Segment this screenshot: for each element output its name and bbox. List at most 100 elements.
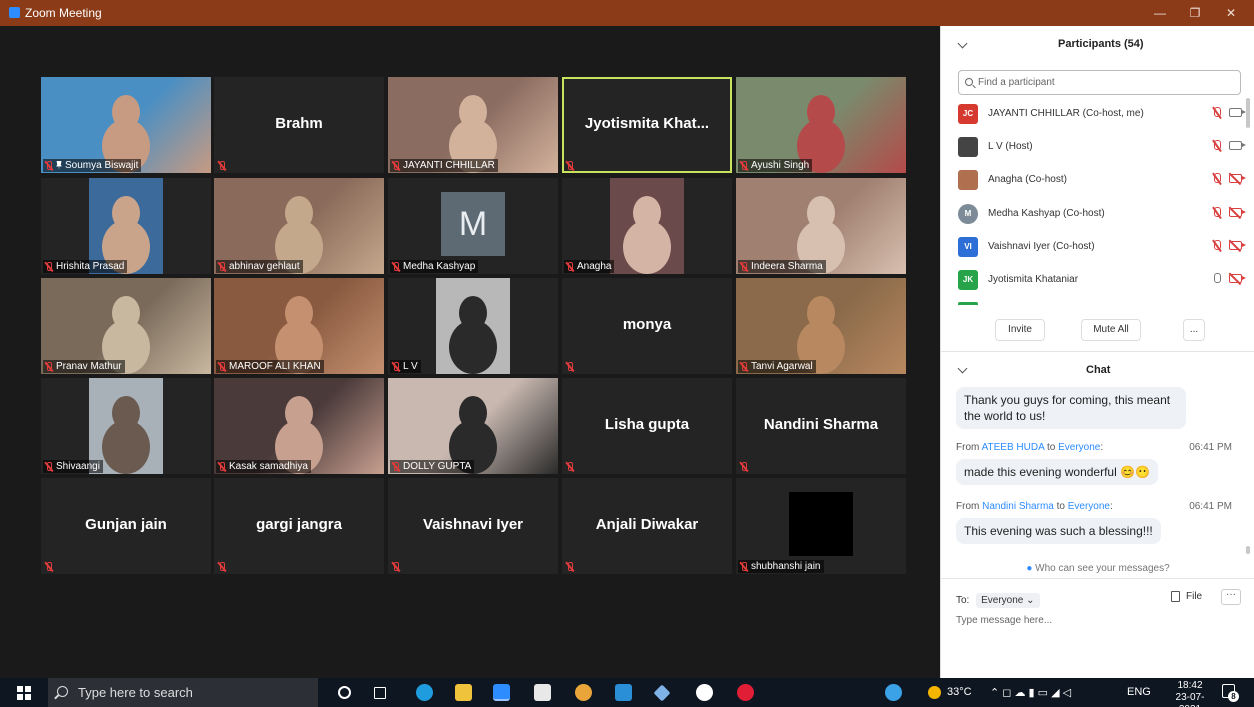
notification-icon[interactable]: 8 <box>1222 684 1239 702</box>
video-feed <box>610 178 684 274</box>
mic-muted-icon <box>44 562 53 572</box>
mic-muted-icon <box>44 261 53 272</box>
collapse-chat-icon[interactable] <box>957 363 968 374</box>
participant-row[interactable]: JK Jyotismita Khataniar <box>958 270 1248 292</box>
participant-name-label: Kasak samadhiya <box>216 460 311 473</box>
video-tile[interactable]: Gunjan jain <box>41 478 211 574</box>
mic-muted-icon <box>217 461 226 472</box>
chat-timestamp: 06:41 PM <box>1189 501 1232 512</box>
participant-name-label: Indeera Sharma <box>738 260 826 273</box>
minimize-button[interactable]: — <box>1145 3 1175 23</box>
video-tile[interactable]: Pranav Mathur <box>41 278 211 374</box>
video-tile[interactable]: shubhanshi jain <box>736 478 906 574</box>
file-explorer-icon[interactable] <box>455 684 472 701</box>
participants-more-button[interactable]: ... <box>1183 319 1205 341</box>
chat-sender[interactable]: Nandini Sharma <box>982 501 1054 512</box>
chat-title: Chat <box>1086 364 1111 376</box>
video-tile[interactable]: Anjali Diwakar <box>562 478 732 574</box>
windows-taskbar: Type here to search 33°C ⌃ ◻ ☁ ▮ ▭ ◢ ◁ E… <box>0 678 1254 707</box>
chrome-icon[interactable] <box>575 684 592 701</box>
video-off-icon <box>1229 174 1246 183</box>
participant-row[interactable]: Anagha (Co-host) <box>958 170 1248 192</box>
video-tile[interactable]: DOLLY GUPTA <box>388 378 558 474</box>
participant-scrollbar[interactable] <box>1246 98 1250 128</box>
chat-message: This evening was such a blessing!!! <box>956 518 1161 544</box>
zoom-taskbar-icon[interactable] <box>493 684 510 701</box>
task-view-icon[interactable] <box>374 687 386 699</box>
store-icon[interactable] <box>534 684 551 701</box>
pinterest-icon[interactable] <box>737 684 754 701</box>
chat-more-button[interactable]: ··· <box>1221 589 1241 605</box>
mic-muted-icon <box>739 261 748 272</box>
participant-name-large: monya <box>622 316 672 333</box>
title-bar: Zoom Meeting — ❐ ✕ <box>0 0 1254 26</box>
chat-message-input[interactable]: Type message here... <box>956 615 1052 626</box>
video-tile[interactable]: Jyotismita Khat... <box>562 77 732 173</box>
mic-muted-icon <box>391 261 400 272</box>
video-tile[interactable]: Indeera Sharma <box>736 178 906 274</box>
video-tile[interactable]: abhinav gehlaut <box>214 178 384 274</box>
video-tile[interactable]: Lisha gupta <box>562 378 732 474</box>
chat-sender[interactable]: ATEEB HUDA <box>982 442 1045 453</box>
participant-name-large: Vaishnavi Iyer <box>422 516 524 533</box>
participant-name: Anagha (Co-host) <box>988 174 1067 185</box>
collapse-participants-icon[interactable] <box>957 38 968 49</box>
invite-button[interactable]: Invite <box>995 319 1045 341</box>
participant-name-large: Anjali Diwakar <box>595 516 699 533</box>
dropbox-icon[interactable] <box>653 684 671 702</box>
video-tile[interactable]: Hrishita Prasad <box>41 178 211 274</box>
video-tile[interactable]: Soumya Biswajit <box>41 77 211 173</box>
video-off-icon <box>1229 208 1246 217</box>
file-button[interactable]: File <box>1171 591 1202 602</box>
video-tile[interactable]: Shivaangi <box>41 378 211 474</box>
who-can-see-link[interactable]: ● Who can see your messages? <box>941 563 1254 574</box>
taskbar-search-box[interactable]: Type here to search <box>48 678 318 707</box>
mic-muted-icon <box>1212 107 1221 119</box>
weather-temp[interactable]: 33°C <box>947 686 972 698</box>
mail-icon[interactable] <box>615 684 632 701</box>
app-icon[interactable] <box>696 684 713 701</box>
video-tile[interactable]: L V <box>388 278 558 374</box>
windows-start-icon[interactable] <box>17 686 31 700</box>
video-icon <box>1229 141 1246 150</box>
chat-message: made this evening wonderful 😊😶 <box>956 459 1158 485</box>
recipient-dropdown[interactable]: Everyone ⌄ <box>976 593 1040 608</box>
restore-button[interactable]: ❐ <box>1180 3 1210 23</box>
participant-name-label: Shivaangi <box>43 460 103 473</box>
participant-row[interactable]: VI Vaishnavi Iyer (Co-host) <box>958 237 1248 259</box>
close-button[interactable]: ✕ <box>1216 3 1246 23</box>
video-tile[interactable]: Tanvi Agarwal <box>736 278 906 374</box>
mute-all-button[interactable]: Mute All <box>1081 319 1141 341</box>
chat-recipient[interactable]: Everyone <box>1058 442 1100 453</box>
video-feed <box>436 278 510 374</box>
video-tile[interactable]: Kasak samadhiya <box>214 378 384 474</box>
tray-icons[interactable]: ⌃ ◻ ☁ ▮ ▭ ◢ ◁ <box>990 686 1071 699</box>
mic-muted-icon <box>565 261 574 272</box>
weather-icon[interactable] <box>928 686 941 699</box>
video-tile[interactable]: MAROOF ALI KHAN <box>214 278 384 374</box>
video-tile[interactable]: Nandini Sharma <box>736 378 906 474</box>
language-indicator[interactable]: ENG <box>1127 686 1151 698</box>
chat-sender-line: From Nandini Sharma to Everyone: <box>956 501 1113 512</box>
participant-row[interactable]: JC JAYANTI CHHILLAR (Co-host, me) <box>958 104 1248 126</box>
taskbar-clock[interactable]: 18:42 23-07-2021 <box>1168 680 1212 707</box>
mic-muted-icon <box>739 561 748 572</box>
participant-search-input[interactable]: Find a participant <box>958 70 1241 95</box>
edge-browser-icon[interactable] <box>416 684 433 701</box>
video-tile[interactable]: gargi jangra <box>214 478 384 574</box>
video-tile[interactable]: Ayushi Singh <box>736 77 906 173</box>
cortana-icon[interactable] <box>338 686 351 699</box>
help-icon[interactable] <box>885 684 902 701</box>
participant-name-label: Pranav Mathur <box>43 360 125 373</box>
video-tile[interactable]: monya <box>562 278 732 374</box>
video-tile[interactable]: Anagha <box>562 178 732 274</box>
chat-recipient[interactable]: Everyone <box>1068 501 1110 512</box>
video-tile[interactable]: Vaishnavi Iyer <box>388 478 558 574</box>
video-tile[interactable]: M Medha Kashyap <box>388 178 558 274</box>
participant-row[interactable]: M Medha Kashyap (Co-host) <box>958 204 1248 226</box>
video-tile[interactable]: Brahm <box>214 77 384 173</box>
chat-scrollbar[interactable] <box>1246 546 1250 554</box>
participant-row[interactable]: L V (Host) <box>958 137 1248 159</box>
panel-divider <box>941 351 1254 352</box>
video-tile[interactable]: JAYANTI CHHILLAR <box>388 77 558 173</box>
